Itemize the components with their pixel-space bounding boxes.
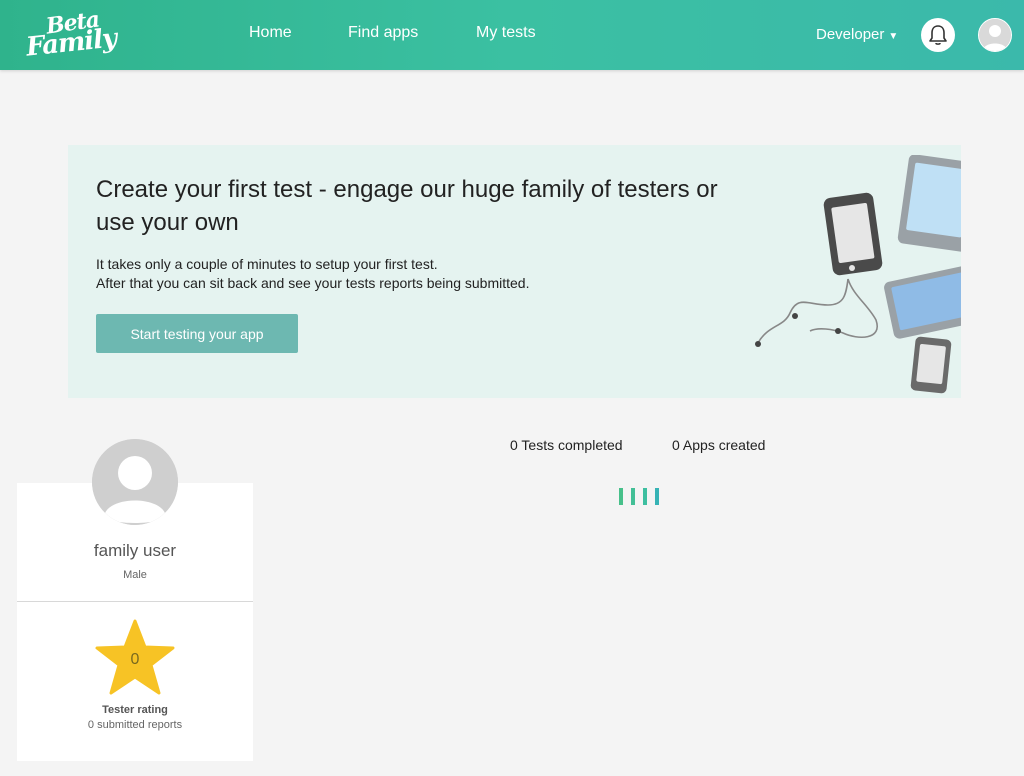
phone-icon — [823, 192, 883, 276]
notifications-button[interactable] — [921, 18, 955, 52]
submitted-reports-count: 0 submitted reports — [87, 719, 183, 731]
small-phone-icon — [910, 336, 952, 394]
apps-created-stat: 0 Apps created — [672, 437, 766, 453]
loader-bar — [631, 488, 635, 505]
caret-down-icon: ▼ — [888, 31, 899, 42]
bell-icon — [929, 25, 947, 45]
laptop-icon — [884, 265, 961, 339]
banner-description-line-2: After that you can sit back and see your… — [96, 275, 530, 291]
banner-description: It takes only a couple of minutes to set… — [96, 255, 529, 293]
nav-my-tests-link[interactable]: My tests — [476, 24, 536, 42]
loading-indicator — [619, 488, 665, 506]
nav-home-link[interactable]: Home — [249, 24, 292, 42]
user-avatar-icon — [979, 19, 1011, 51]
start-testing-button[interactable]: Start testing your app — [96, 314, 298, 353]
create-first-test-banner: Create your first test - engage our huge… — [68, 145, 961, 398]
role-dropdown-label: Developer — [816, 26, 885, 43]
tablet-icon — [897, 155, 961, 252]
beta-family-logo[interactable]: Beta Family — [24, 6, 118, 63]
profile-name: family user — [93, 541, 177, 560]
banner-description-line-1: It takes only a couple of minutes to set… — [96, 256, 438, 272]
user-silhouette-icon — [92, 439, 178, 525]
profile-gender: Male — [123, 569, 147, 581]
tester-rating-label: Tester rating — [102, 704, 168, 716]
logo-text-family: Family — [24, 23, 118, 63]
profile-avatar[interactable] — [92, 439, 178, 525]
role-dropdown[interactable]: Developer ▼ — [816, 26, 898, 43]
banner-title: Create your first test - engage our huge… — [96, 176, 718, 236]
user-avatar-button[interactable] — [978, 18, 1012, 52]
top-navigation-bar: Beta Family Home Find apps My tests Deve… — [0, 0, 1024, 70]
loader-bar — [655, 488, 659, 505]
tester-rating-value: 0 — [130, 651, 140, 668]
card-divider — [17, 601, 253, 602]
devices-illustration — [755, 155, 961, 394]
nav-find-apps-link[interactable]: Find apps — [348, 24, 418, 42]
loader-bar — [619, 488, 623, 505]
tests-completed-stat: 0 Tests completed — [510, 437, 623, 453]
loader-bar — [643, 488, 647, 505]
